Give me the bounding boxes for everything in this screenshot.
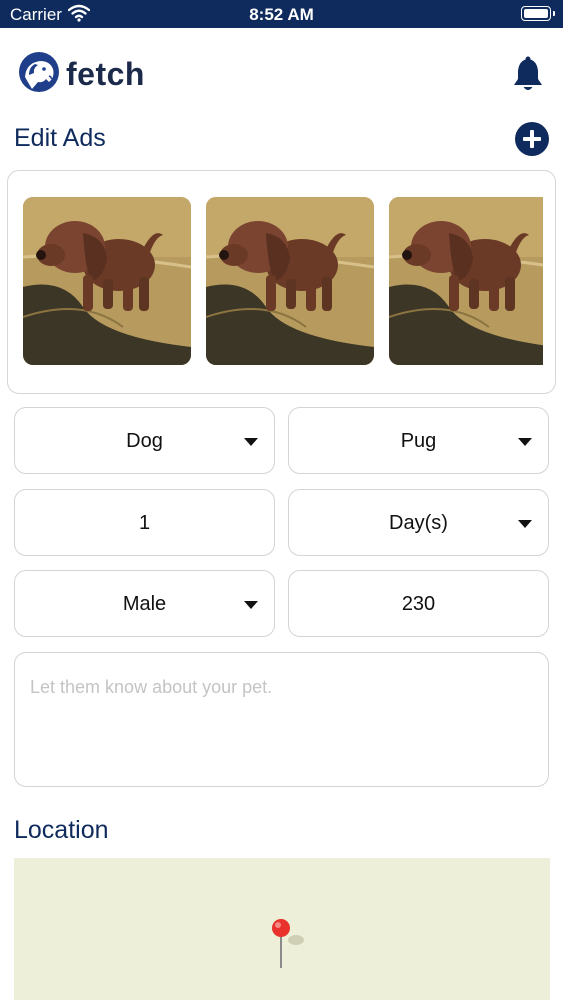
animal-type-value: Dog [126, 430, 163, 452]
battery-icon [521, 6, 555, 21]
location-map[interactable] [14, 858, 550, 1000]
logo-text: fetch [66, 55, 145, 92]
gender-dropdown[interactable]: Male [14, 570, 275, 637]
puppy-photo[interactable] [23, 197, 191, 365]
description-textarea[interactable]: Let them know about your pet. [14, 652, 549, 787]
description-placeholder: Let them know about your pet. [30, 677, 273, 697]
breed-dropdown[interactable]: Pug [288, 407, 549, 474]
animal-type-dropdown[interactable]: Dog [14, 407, 275, 474]
app-logo[interactable]: fetch [16, 50, 145, 98]
caret-down-icon [244, 601, 258, 609]
map-pin-icon[interactable] [272, 918, 304, 970]
price-input[interactable]: 230 [288, 570, 549, 637]
photo-carousel-card [7, 170, 556, 394]
breed-value: Pug [400, 430, 437, 452]
bell-icon[interactable] [511, 56, 545, 94]
caret-down-icon [518, 520, 532, 528]
age-input[interactable]: 1 [14, 489, 275, 556]
page-title: Edit Ads [14, 124, 106, 152]
photo-carousel[interactable] [23, 197, 543, 367]
puppy-photo[interactable] [389, 197, 543, 365]
price-value: 230 [401, 593, 436, 615]
gender-value: Male [122, 593, 167, 615]
location-title: Location [14, 816, 109, 844]
age-unit-value: Day(s) [389, 512, 448, 534]
dog-logo-icon [16, 49, 62, 100]
age-unit-dropdown[interactable]: Day(s) [288, 489, 549, 556]
status-bar: Carrier 8:52 AM [0, 0, 563, 28]
puppy-photo[interactable] [206, 197, 374, 365]
caret-down-icon [244, 438, 258, 446]
caret-down-icon [518, 438, 532, 446]
age-value: 1 [138, 512, 151, 534]
status-time: 8:52 AM [249, 5, 314, 24]
plus-circle-icon[interactable] [515, 122, 549, 156]
app-header: fetch [0, 28, 563, 120]
